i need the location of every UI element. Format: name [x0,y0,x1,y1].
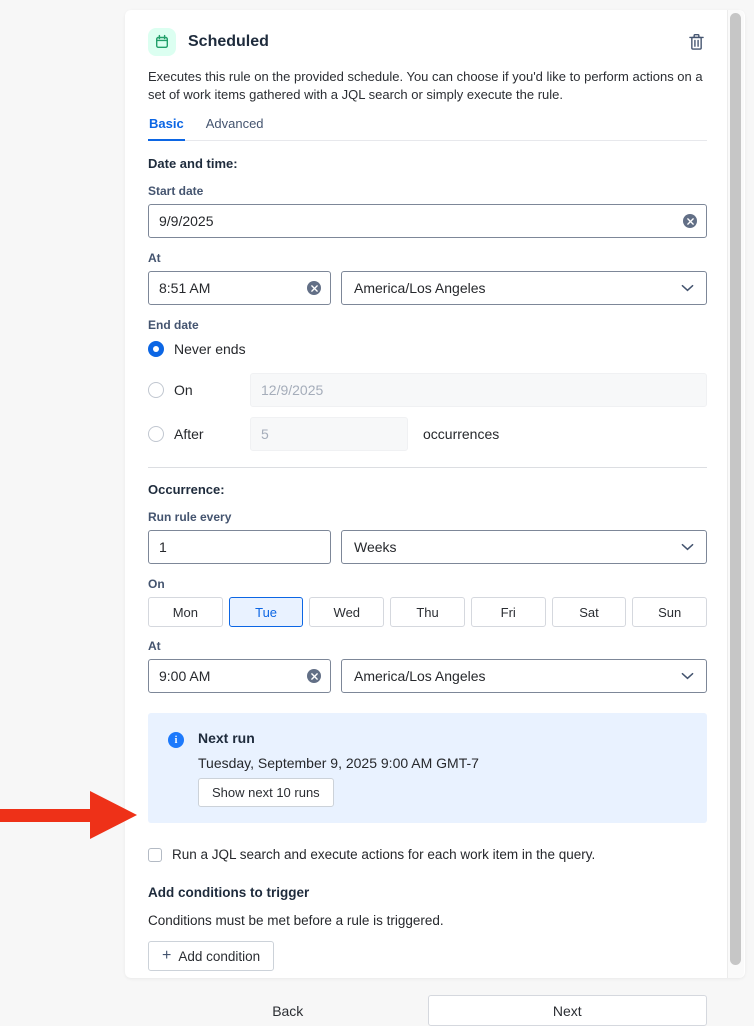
start-time-input[interactable] [148,271,331,305]
never-ends-label: Never ends [174,341,246,357]
timezone-value: America/Los Angeles [354,280,486,296]
section-occurrence: Occurrence: [148,482,225,497]
jql-checkbox-label: Run a JQL search and execute actions for… [172,847,596,862]
footer: Back Next [148,995,707,1026]
run-time-input[interactable] [148,659,331,693]
chevron-down-icon [681,672,694,680]
section-divider [148,467,707,468]
next-run-panel: i Next run Tuesday, September 9, 2025 9:… [148,713,707,823]
day-button-thu[interactable]: Thu [390,597,465,627]
jql-search-checkbox[interactable] [148,847,162,862]
plus-icon: + [162,947,172,964]
trash-icon [688,33,705,51]
interval-input[interactable] [148,530,331,564]
jql-checkbox-row: Run a JQL search and execute actions for… [148,847,707,862]
calendar-icon [154,34,170,50]
back-button[interactable]: Back [262,997,313,1025]
conditions-description: Conditions must be met before a rule is … [148,913,444,928]
delete-trigger-button[interactable] [686,31,707,53]
run-timezone-value: America/Los Angeles [354,668,486,684]
radio-never-ends[interactable] [148,341,164,357]
day-button-fri[interactable]: Fri [470,597,546,627]
timezone-select[interactable]: America/Los Angeles [341,271,707,305]
chevron-down-icon [681,284,694,292]
interval-unit-value: Weeks [354,539,397,555]
tab-bar: Basic Advanced [148,112,707,141]
interval-unit-select[interactable]: Weeks [341,530,707,564]
tab-advanced[interactable]: Advanced [205,112,265,140]
day-button-wed[interactable]: Wed [309,597,385,627]
end-on-label: On [174,382,193,398]
occurrences-suffix: occurrences [423,426,500,442]
clear-icon[interactable] [307,669,321,683]
radio-end-after[interactable] [148,426,164,442]
radio-end-on[interactable] [148,382,164,398]
run-rule-every-label: Run rule every [148,510,232,524]
next-run-title: Next run [198,730,255,746]
end-after-label: After [174,426,204,442]
end-on-date-input: 12/9/2025 [250,373,707,407]
day-button-sun[interactable]: Sun [632,597,708,627]
show-next-runs-button[interactable]: Show next 10 runs [198,778,334,807]
day-button-tue[interactable]: Tue [228,597,304,627]
run-timezone-select[interactable]: America/Los Angeles [341,659,707,693]
start-date-input[interactable] [148,204,707,238]
next-run-datetime: Tuesday, September 9, 2025 9:00 AM GMT-7 [198,755,479,771]
next-button[interactable]: Next [427,995,707,1026]
start-date-label: Start date [148,184,204,198]
card-header: Scheduled [148,28,707,56]
page-title: Scheduled [188,33,269,50]
end-date-label: End date [148,318,199,332]
info-icon: i [168,732,184,748]
chevron-down-icon [681,543,694,551]
add-condition-button[interactable]: + Add condition [148,941,275,971]
clear-icon[interactable] [307,281,321,295]
tab-basic[interactable]: Basic [148,112,185,141]
day-button-sat[interactable]: Sat [551,597,627,627]
at-label: At [148,251,161,265]
add-condition-label: Add condition [178,948,261,964]
scheduled-trigger-card: Scheduled Executes this rule on the prov… [125,10,745,1026]
day-picker: Mon Tue Wed Thu Fri Sat Sun [148,597,708,627]
annotation-arrow-shaft [0,809,92,822]
clear-icon[interactable] [683,214,697,228]
trigger-icon-container [148,28,176,56]
scrollbar-track [727,10,744,978]
occurrences-count-input: 5 [250,417,408,451]
scrollbar-thumb[interactable] [730,13,741,965]
run-at-label: At [148,639,161,653]
annotation-arrow [0,791,137,839]
day-button-mon[interactable]: Mon [148,597,223,627]
trigger-description: Executes this rule on the provided sched… [148,69,703,102]
on-days-label: On [148,577,165,591]
section-date-and-time: Date and time: [148,156,238,171]
conditions-title: Add conditions to trigger [148,885,310,900]
